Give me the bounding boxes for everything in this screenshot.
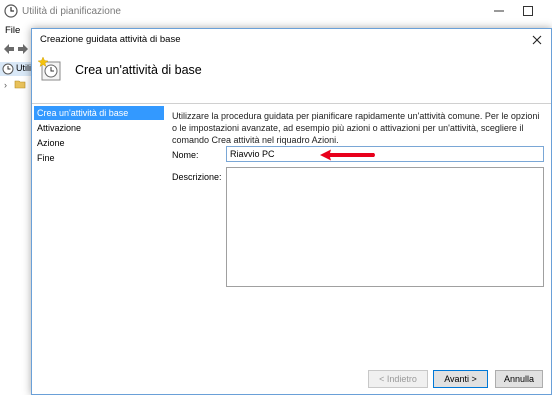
- wizard-steps-list: Crea un'attività di base Attivazione Azi…: [33, 106, 164, 386]
- app-title: Utilità di pianificazione: [22, 6, 121, 17]
- tree-item-label: Utili: [16, 63, 31, 73]
- app-titlebar: Utilità di pianificazione: [0, 0, 552, 22]
- task-wizard-icon: [38, 56, 61, 81]
- folder-icon[interactable]: [14, 78, 26, 90]
- next-button[interactable]: Avanti >: [433, 370, 488, 388]
- minimize-icon[interactable]: [492, 4, 506, 18]
- forward-arrow-icon[interactable]: [17, 43, 29, 55]
- wizard-header: Crea un'attività di base: [32, 50, 551, 104]
- step-trigger[interactable]: Attivazione: [34, 121, 164, 135]
- dialog-title: Creazione guidata attività di base: [40, 34, 181, 45]
- basic-task-wizard-dialog: Creazione guidata attività di base Crea …: [31, 28, 552, 395]
- navigation-tree: Utili ›: [0, 60, 32, 395]
- wizard-header-title: Crea un'attività di base: [75, 63, 202, 77]
- red-arrow-annotation: [320, 149, 375, 161]
- clock-icon: [4, 4, 18, 18]
- chevron-right-icon[interactable]: ›: [4, 80, 7, 90]
- maximize-icon[interactable]: [521, 4, 535, 18]
- close-icon[interactable]: [530, 33, 544, 47]
- name-input[interactable]: Riavvio PC: [226, 146, 544, 162]
- back-button[interactable]: < Indietro: [368, 370, 428, 388]
- back-arrow-icon[interactable]: [3, 43, 15, 55]
- clock-icon: [2, 63, 14, 75]
- wizard-description: Utilizzare la procedura guidata per pian…: [172, 111, 540, 145]
- cancel-button[interactable]: Annulla: [495, 370, 543, 388]
- step-action[interactable]: Azione: [34, 136, 164, 150]
- dialog-titlebar: Creazione guidata attività di base: [32, 29, 551, 50]
- tree-item-root[interactable]: Utili: [0, 62, 32, 76]
- name-label: Nome:: [172, 150, 199, 160]
- step-create-basic-task[interactable]: Crea un'attività di base: [34, 106, 164, 120]
- description-textarea[interactable]: [226, 167, 544, 287]
- description-label: Descrizione:: [172, 172, 222, 182]
- step-finish[interactable]: Fine: [34, 151, 164, 165]
- menu-file[interactable]: File: [5, 25, 20, 36]
